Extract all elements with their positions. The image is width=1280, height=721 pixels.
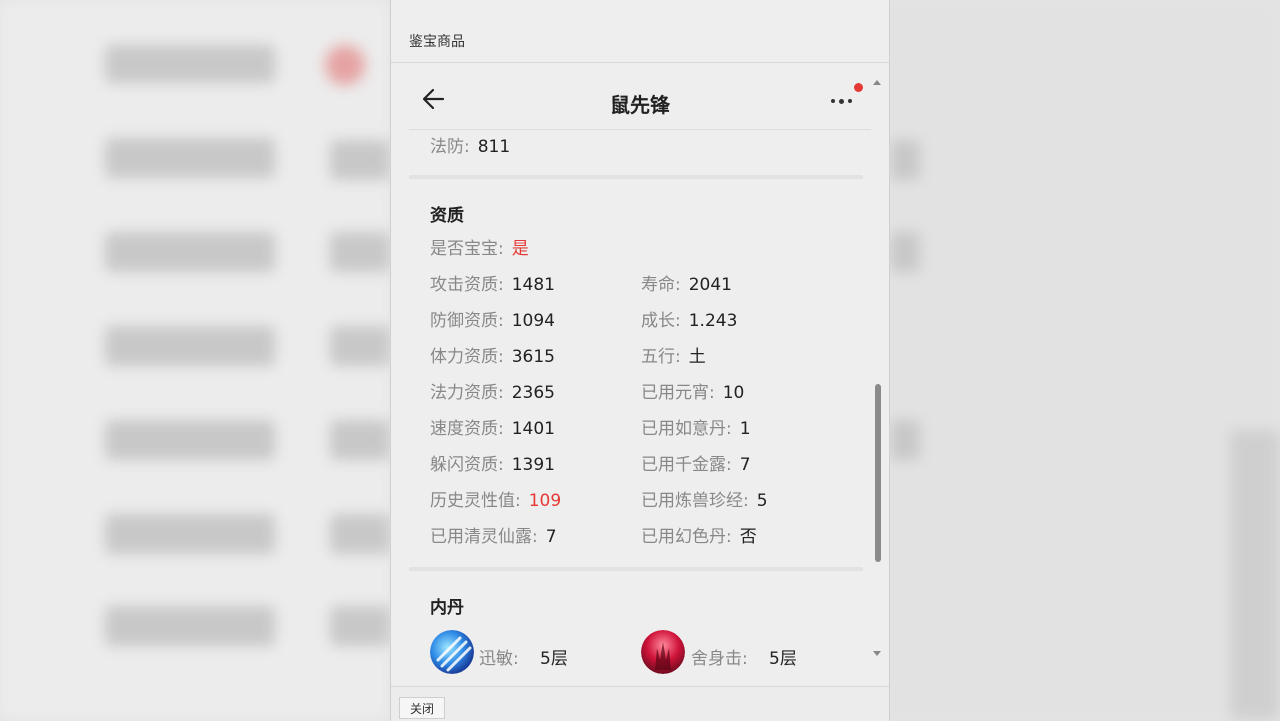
attr-value: 2041 — [688, 275, 732, 295]
attr-value: 109 — [528, 491, 562, 511]
dodge-aptitude: 躲闪资质: 1391 — [430, 450, 555, 475]
aptitude-section-title: 资质 — [430, 206, 464, 226]
five-elements: 五行: 土 — [641, 342, 706, 367]
attr-label: 历史灵性值: — [430, 491, 521, 511]
attr-value: 否 — [739, 527, 757, 547]
neidan-section-title: 内丹 — [430, 598, 464, 618]
mana-aptitude: 法力资质: 2365 — [430, 378, 555, 403]
attr-label: 五行: — [641, 347, 681, 367]
neidan-name: 舍身击: — [691, 649, 748, 669]
lifespan: 寿命: 2041 — [641, 270, 732, 295]
attr-label: 成长: — [641, 311, 681, 331]
attr-label: 已用元宵: — [641, 383, 715, 403]
attr-label: 已用幻色丹: — [641, 527, 732, 547]
modal-title: 鉴宝商品 — [409, 34, 465, 50]
attr-value: 1401 — [511, 419, 555, 439]
attr-label: 寿命: — [641, 275, 681, 295]
attr-label: 防御资质: — [430, 311, 504, 331]
attr-value: 1.243 — [688, 311, 738, 331]
goods-appraisal-modal: 鉴宝商品 鼠先锋 法防: 811 资质 是否宝宝: 是 攻击资质: 1481 防御资质… — [390, 0, 890, 721]
used-spirit-dew: 已用清灵仙露: 7 — [430, 522, 557, 547]
scroll-up-arrow[interactable] — [873, 80, 881, 85]
attr-value: 5 — [756, 491, 768, 511]
attr-value: 7 — [739, 455, 751, 475]
stamina-aptitude: 体力资质: 3615 — [430, 342, 555, 367]
attr-label: 已用千金露: — [641, 455, 732, 475]
attr-label: 已用清灵仙露: — [430, 527, 538, 547]
pet-name-title: 鼠先锋 — [610, 93, 670, 117]
section-divider — [409, 175, 863, 179]
magic-defense-label: 法防: — [430, 137, 470, 157]
neidan-layers: 5层 — [769, 649, 797, 669]
attr-value: 10 — [722, 383, 745, 403]
close-button[interactable]: 关闭 — [399, 697, 446, 719]
is-baby-value: 是 — [511, 239, 529, 259]
attack-aptitude: 攻击资质: 1481 — [430, 270, 555, 295]
attr-label: 体力资质: — [430, 347, 504, 367]
used-ruyi-dan: 已用如意丹: 1 — [641, 414, 751, 439]
red-flame-icon[interactable] — [641, 630, 685, 674]
attr-value: 1481 — [511, 275, 555, 295]
attr-label: 攻击资质: — [430, 275, 504, 295]
used-qianjin-lu: 已用千金露: 7 — [641, 450, 751, 475]
attr-value: 1 — [739, 419, 751, 439]
section-divider — [409, 567, 863, 571]
notification-dot — [854, 83, 863, 92]
used-beast-scripture: 已用炼兽珍经: 5 — [641, 486, 768, 511]
attr-value: 土 — [688, 347, 706, 367]
neidan-layers: 5层 — [540, 649, 568, 669]
attr-label: 躲闪资质: — [430, 455, 504, 475]
growth: 成长: 1.243 — [641, 306, 737, 331]
magic-defense-row: 法防: 811 — [430, 132, 510, 157]
blue-swirl-icon[interactable] — [430, 630, 474, 674]
attr-label: 已用如意丹: — [641, 419, 732, 439]
modal-footer: 关闭 — [391, 686, 889, 721]
defense-aptitude: 防御资质: 1094 — [430, 306, 555, 331]
attr-label: 已用炼兽珍经: — [641, 491, 749, 511]
attr-value: 2365 — [511, 383, 555, 403]
used-yuanxiao: 已用元宵: 10 — [641, 378, 744, 403]
attr-label: 法力资质: — [430, 383, 504, 403]
is-baby-label: 是否宝宝: — [430, 239, 504, 259]
attr-value: 1391 — [511, 455, 555, 475]
nav-bar: 鼠先锋 — [409, 63, 871, 130]
scroll-down-arrow[interactable] — [873, 651, 881, 656]
blurred-right-panel — [880, 0, 1280, 720]
history-spirit-value: 历史灵性值: 109 — [430, 486, 561, 511]
modal-header: 鉴宝商品 — [391, 0, 889, 63]
speed-aptitude: 速度资质: 1401 — [430, 414, 555, 439]
attr-value: 1094 — [511, 311, 555, 331]
attr-value: 7 — [545, 527, 557, 547]
attr-label: 速度资质: — [430, 419, 504, 439]
pet-detail-view: 鼠先锋 法防: 811 资质 是否宝宝: 是 攻击资质: 1481 防御资质: 1094… — [399, 63, 881, 686]
more-menu-icon[interactable] — [829, 97, 855, 105]
scrollbar-thumb[interactable] — [875, 384, 881, 562]
used-color-dan: 已用幻色丹: 否 — [641, 522, 757, 547]
magic-defense-value: 811 — [477, 137, 511, 157]
is-baby-row: 是否宝宝: 是 — [430, 234, 529, 259]
neidan-name: 迅敏: — [479, 649, 519, 669]
attr-value: 3615 — [511, 347, 555, 367]
